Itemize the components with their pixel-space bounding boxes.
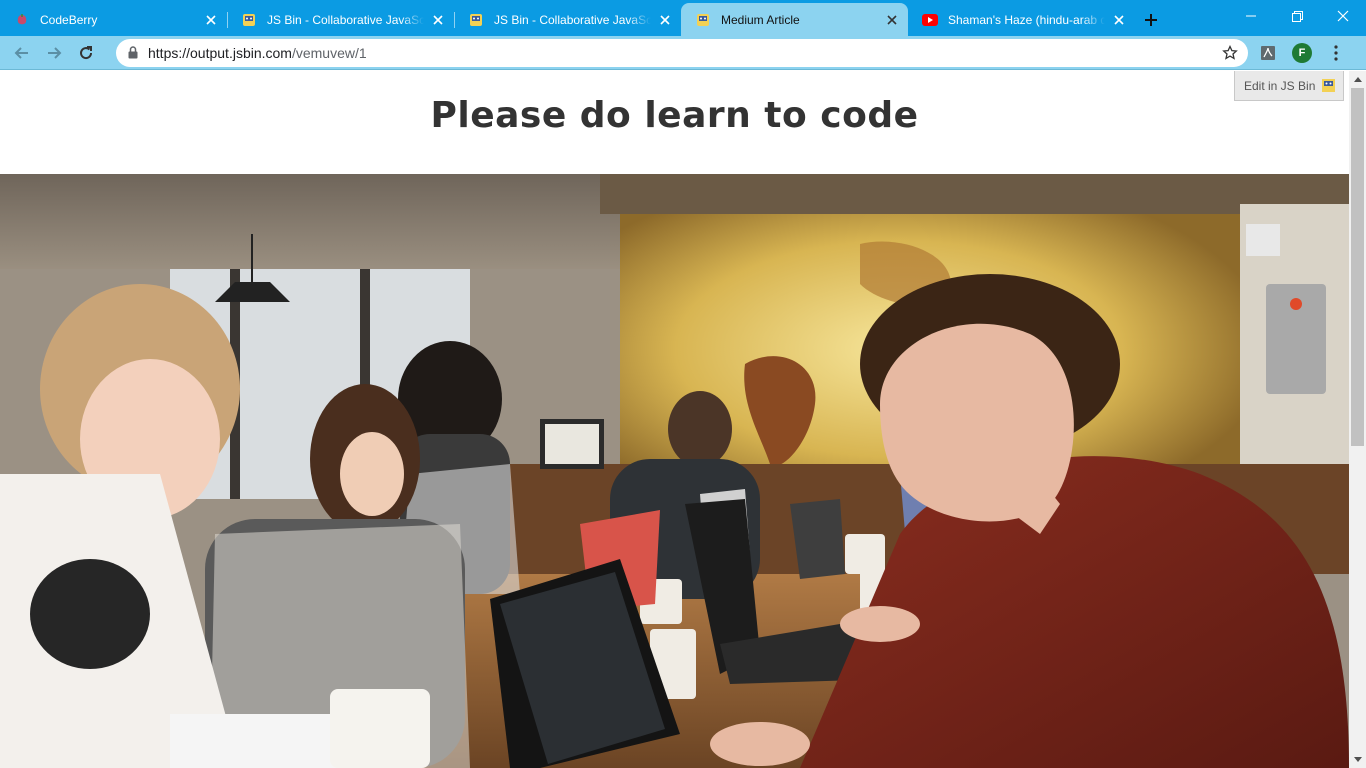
tab-codeberry[interactable]: CodeBerry — [0, 3, 227, 36]
scroll-down-button[interactable] — [1349, 751, 1366, 768]
tabs: CodeBerry JS Bin - Collaborative JavaScr… — [0, 3, 1165, 36]
restore-button[interactable] — [1274, 0, 1320, 32]
tab-title: Shaman's Haze (hindu-arab dub) — [948, 12, 1105, 27]
edit-in-jsbin-label: Edit in JS Bin — [1244, 78, 1316, 93]
page-title: Please do learn to code — [430, 95, 919, 136]
jsbin-icon — [241, 12, 257, 28]
close-icon[interactable] — [1111, 12, 1127, 28]
close-icon[interactable] — [884, 12, 900, 28]
close-icon[interactable] — [430, 12, 446, 28]
tab-youtube[interactable]: Shaman's Haze (hindu-arab dub) — [908, 3, 1135, 36]
address-bar[interactable]: https://output.jsbin.com/vemuvew/1 — [116, 38, 1248, 67]
youtube-icon — [922, 12, 938, 28]
window-controls — [1228, 0, 1366, 32]
edit-in-jsbin-button[interactable]: Edit in JS Bin — [1234, 71, 1344, 101]
tab-medium-article[interactable]: Medium Article — [681, 3, 908, 36]
jsbin-icon — [695, 12, 711, 28]
kebab-menu-icon — [1334, 44, 1338, 61]
caret-down-icon — [1353, 757, 1362, 762]
page-viewport: Please do learn to code Edit in JS Bin — [0, 71, 1349, 768]
menu-button[interactable] — [1322, 39, 1350, 67]
close-icon[interactable] — [203, 12, 219, 28]
url-path: /vemuvew/1 — [291, 44, 367, 61]
hero-image — [0, 174, 1349, 768]
minimize-button[interactable] — [1228, 0, 1274, 32]
url-text: https://output.jsbin.com/vemuvew/1 — [148, 45, 1222, 61]
jsbin-icon — [468, 12, 484, 28]
tab-strip: CodeBerry JS Bin - Collaborative JavaScr… — [0, 0, 1366, 36]
tab-jsbin-2[interactable]: JS Bin - Collaborative JavaScript Debugg… — [454, 3, 681, 36]
page-scrollbar[interactable] — [1349, 71, 1366, 768]
arrow-left-icon — [14, 46, 28, 59]
avatar: F — [1292, 42, 1312, 63]
pdf-icon — [1261, 45, 1275, 60]
plus-icon — [1145, 13, 1157, 26]
reload-button[interactable] — [70, 39, 102, 67]
caret-up-icon — [1353, 77, 1362, 82]
scroll-up-button[interactable] — [1349, 71, 1366, 88]
scroll-thumb[interactable] — [1351, 88, 1364, 446]
lock-icon — [128, 46, 138, 59]
reload-icon — [80, 45, 93, 59]
pdf-extension-button[interactable] — [1254, 39, 1282, 67]
tab-title: JS Bin - Collaborative JavaScript Debugg… — [267, 12, 424, 27]
codeberry-icon — [14, 12, 30, 28]
tab-jsbin-1[interactable]: JS Bin - Collaborative JavaScript Debugg… — [227, 3, 454, 36]
star-icon[interactable] — [1222, 44, 1238, 61]
tab-title: Medium Article — [721, 12, 800, 27]
tab-title: CodeBerry — [40, 12, 98, 27]
profile-button[interactable]: F — [1288, 39, 1316, 67]
browser-toolbar: https://output.jsbin.com/vemuvew/1 F — [0, 36, 1366, 70]
new-tab-button[interactable] — [1137, 3, 1165, 36]
tab-title: JS Bin - Collaborative JavaScript Debugg… — [494, 12, 651, 27]
arrow-right-icon — [48, 46, 62, 59]
close-icon[interactable] — [657, 12, 673, 28]
back-button[interactable] — [6, 39, 38, 67]
close-window-button[interactable] — [1320, 0, 1366, 32]
url-host: https://output.jsbin.com — [148, 44, 292, 61]
forward-button[interactable] — [38, 39, 70, 67]
jsbin-icon — [1322, 79, 1335, 92]
